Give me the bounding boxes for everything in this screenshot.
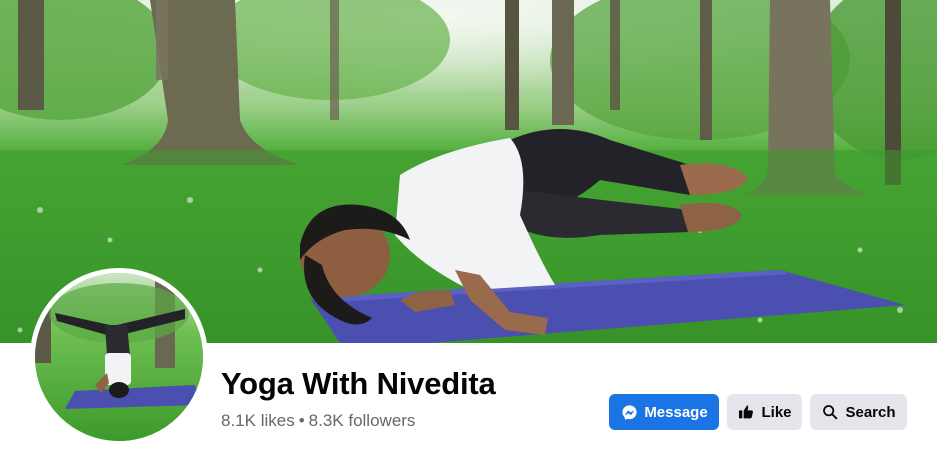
followers-count[interactable]: 8.3K followers <box>309 411 416 430</box>
search-icon <box>821 403 839 421</box>
message-button-label: Message <box>644 403 708 421</box>
like-button-label: Like <box>761 403 792 421</box>
likes-count[interactable]: 8.1K likes <box>221 411 295 430</box>
search-button-label: Search <box>845 403 896 421</box>
page-stats: 8.1K likes • 8.3K followers <box>221 411 415 431</box>
profile-picture-image <box>35 273 203 441</box>
stats-separator: • <box>298 411 305 430</box>
like-button[interactable]: Like <box>727 394 802 430</box>
facebook-page-header: Yoga With Nivedita 8.1K likes • 8.3K follo… <box>0 0 937 461</box>
profile-picture[interactable] <box>30 268 208 446</box>
search-button[interactable]: Search <box>810 394 907 430</box>
message-button[interactable]: Message <box>609 394 719 430</box>
messenger-icon <box>620 403 638 421</box>
thumbs-up-icon <box>737 403 755 421</box>
page-title[interactable]: Yoga With Nivedita <box>221 366 496 402</box>
